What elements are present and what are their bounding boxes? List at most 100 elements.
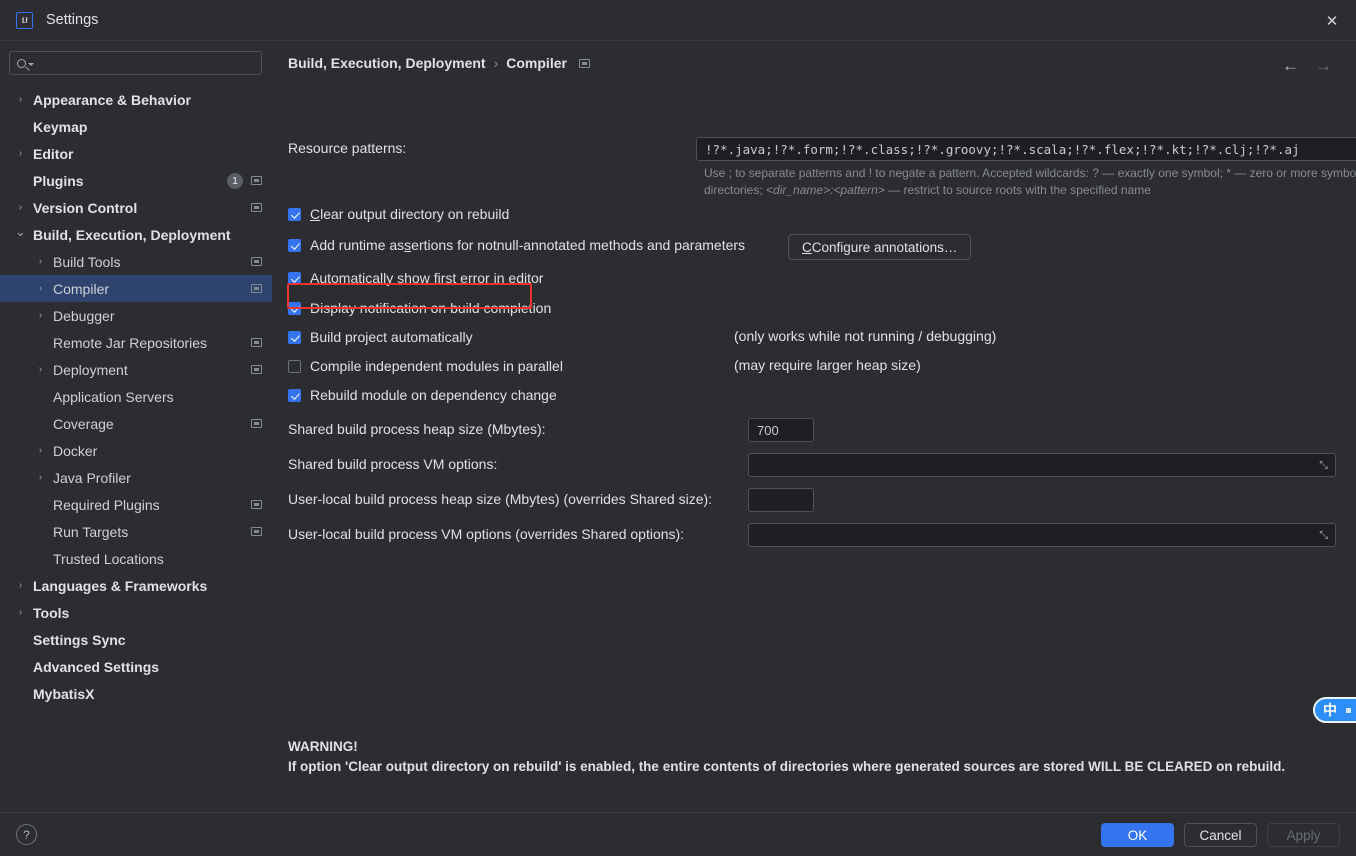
footer-buttons: OK Cancel Apply — [1101, 823, 1340, 847]
checkbox-input[interactable] — [288, 359, 301, 373]
sidebar-item-application-servers[interactable]: Application Servers — [0, 383, 272, 410]
checkbox-label: Clear output directory on rebuild — [310, 206, 510, 222]
sidebar-item-label: MybatisX — [33, 685, 95, 702]
field-input-shared-build-process-vm-options[interactable]: ⤡ — [748, 453, 1336, 477]
plugins-count-badge: 1 — [227, 172, 243, 189]
configure-annotations-button[interactable]: C Configure annotations… — [788, 234, 972, 260]
checkbox-add-runtime-assertions-for-notnull-annotated-methods-and-parameters[interactable]: Add runtime assertions for notnull-annot… — [288, 237, 745, 253]
settings-sidebar: › Appearance & Behavior Keymap › Editor Plugi… — [0, 41, 272, 812]
settings-page-icon — [251, 257, 262, 266]
chevron-right-icon[interactable]: › — [34, 282, 47, 295]
search-input[interactable] — [9, 51, 262, 75]
checkbox-rebuild-module-on-dependency-change[interactable]: Rebuild module on dependency change — [288, 387, 557, 403]
ime-indicator[interactable]: 中 — [1313, 697, 1356, 723]
checkbox-input[interactable] — [288, 271, 301, 285]
chevron-right-icon[interactable]: › — [34, 255, 47, 268]
chevron-right-icon[interactable]: › — [14, 147, 27, 160]
resource-patterns-value: !?*.java;!?*.form;!?*.class;!?*.groovy;!… — [705, 141, 1300, 157]
close-icon[interactable]: ✕ — [1322, 11, 1342, 31]
sidebar-item-label: Coverage — [53, 415, 114, 432]
sidebar-item-label: Build Tools — [53, 253, 121, 270]
sidebar-item-trusted-locations[interactable]: Trusted Locations — [0, 545, 272, 572]
checkbox-build-project-automatically[interactable]: Build project automatically — [288, 329, 473, 345]
search-icon — [17, 58, 26, 68]
sidebar-item-java-profiler[interactable]: › Java Profiler — [0, 464, 272, 491]
sidebar-item-build-tools[interactable]: › Build Tools — [0, 248, 272, 275]
chevron-right-icon[interactable]: › — [34, 444, 47, 457]
sidebar-item-debugger[interactable]: › Debugger — [0, 302, 272, 329]
chevron-right-icon[interactable]: › — [34, 363, 47, 376]
sidebar-item-docker[interactable]: › Docker — [0, 437, 272, 464]
sidebar-item-plugins[interactable]: Plugins 1 — [0, 167, 272, 194]
checkbox-compile-independent-modules-in-parallel[interactable]: Compile independent modules in parallel — [288, 358, 563, 374]
sidebar-item-appearance-behavior[interactable]: › Appearance & Behavior — [0, 86, 272, 113]
sidebar-item-label: Languages & Frameworks — [33, 577, 208, 594]
field-label: User-local build process VM options (ove… — [288, 526, 685, 542]
chevron-right-icon[interactable]: › — [14, 93, 27, 106]
checkbox-input[interactable] — [288, 388, 301, 402]
sidebar-item-mybatisx[interactable]: MybatisX — [0, 680, 272, 707]
sidebar-item-remote-jar-repositories[interactable]: Remote Jar Repositories — [0, 329, 272, 356]
checkbox-label: Rebuild module on dependency change — [310, 387, 557, 403]
settings-page-icon — [251, 500, 262, 509]
chevron-right-icon[interactable]: › — [14, 201, 27, 214]
sidebar-item-keymap[interactable]: Keymap — [0, 113, 272, 140]
sidebar-item-deployment[interactable]: › Deployment — [0, 356, 272, 383]
cancel-button[interactable]: Cancel — [1184, 823, 1257, 847]
back-arrow-icon[interactable]: ← — [1282, 57, 1299, 74]
hint-text-italic: <dir_name>:<pattern> — [766, 183, 885, 197]
sidebar-item-label: Editor — [33, 145, 74, 162]
ime-language-char: 中 — [1323, 702, 1337, 718]
sidebar-item-required-plugins[interactable]: Required Plugins — [0, 491, 272, 518]
checkbox-display-notification-on-build-completion[interactable]: Display notification on build completion — [288, 300, 551, 316]
navigation-arrows: ← → — [1282, 57, 1332, 74]
breadcrumb-root[interactable]: Build, Execution, Deployment — [288, 55, 486, 71]
help-button[interactable]: ? — [16, 824, 37, 845]
sidebar-item-coverage[interactable]: Coverage — [0, 410, 272, 437]
chevron-right-icon[interactable]: › — [34, 309, 47, 322]
field-input-user-local-build-process-vm-options-overrides-shared-options[interactable]: ⤡ — [748, 523, 1336, 547]
chevron-down-icon[interactable]: ⌄ — [14, 224, 27, 239]
checkbox-input[interactable] — [288, 330, 301, 344]
expand-icon[interactable]: ⤡ — [1319, 530, 1328, 541]
sidebar-item-tools[interactable]: › Tools — [0, 599, 272, 626]
resource-patterns-input[interactable]: !?*.java;!?*.form;!?*.class;!?*.groovy;!… — [696, 137, 1356, 161]
field-input-user-local-build-process-heap-size-mbytes-overrides-shared-size[interactable] — [748, 488, 814, 512]
intellij-logo-icon: IJ — [16, 11, 33, 29]
checkbox-label: Display notification on build completion — [310, 300, 552, 316]
checkbox-input[interactable] — [288, 301, 301, 315]
field-label-shared-build-process-vm-options: Shared build process VM options: — [288, 456, 497, 472]
checkbox-input[interactable] — [288, 207, 301, 221]
sidebar-item-languages-frameworks[interactable]: › Languages & Frameworks — [0, 572, 272, 599]
checkbox-label: Add runtime assertions for notnull-annot… — [310, 237, 746, 253]
chevron-right-icon[interactable]: › — [34, 471, 47, 484]
sidebar-item-version-control[interactable]: › Version Control — [0, 194, 272, 221]
chevron-right-icon[interactable]: › — [14, 606, 27, 619]
dialog-footer: ? OK Cancel Apply — [0, 812, 1356, 856]
sidebar-item-settings-sync[interactable]: Settings Sync — [0, 626, 272, 653]
chevron-right-icon[interactable]: › — [14, 579, 27, 592]
hint-text-b: — restrict to source roots with the spec… — [884, 183, 1151, 197]
sidebar-item-label: Required Plugins — [53, 496, 160, 513]
sidebar-item-editor[interactable]: › Editor — [0, 140, 272, 167]
sidebar-item-label: Run Targets — [53, 523, 129, 540]
ime-dot-icon — [1346, 707, 1351, 713]
forward-arrow-icon[interactable]: → — [1315, 57, 1332, 74]
sidebar-item-compiler[interactable]: › Compiler — [0, 275, 272, 302]
checkbox-clear-output-directory-on-rebuild[interactable]: Clear output directory on rebuild — [288, 206, 509, 222]
checkbox-automatically-show-first-error-in-editor[interactable]: Automatically show first error in editor — [288, 270, 543, 286]
sidebar-item-advanced-settings[interactable]: Advanced Settings — [0, 653, 272, 680]
ok-button[interactable]: OK — [1101, 823, 1174, 847]
breadcrumb-current: Compiler — [506, 55, 567, 71]
field-label-user-local-build-process-vm-options-overrides-shared-options: User-local build process VM options (ove… — [288, 526, 684, 542]
settings-page-icon — [578, 58, 590, 68]
checkbox-label: Compile independent modules in parallel — [310, 358, 563, 374]
sidebar-item-build-execution-deployment[interactable]: ⌄ Build, Execution, Deployment — [0, 221, 272, 248]
checkbox-input[interactable] — [288, 238, 301, 252]
sidebar-item-label: Keymap — [33, 118, 88, 135]
expand-icon[interactable]: ⤡ — [1319, 460, 1328, 471]
sidebar-item-run-targets[interactable]: Run Targets — [0, 518, 272, 545]
field-input-shared-build-process-heap-size-mbytes[interactable]: 700 — [748, 418, 814, 442]
